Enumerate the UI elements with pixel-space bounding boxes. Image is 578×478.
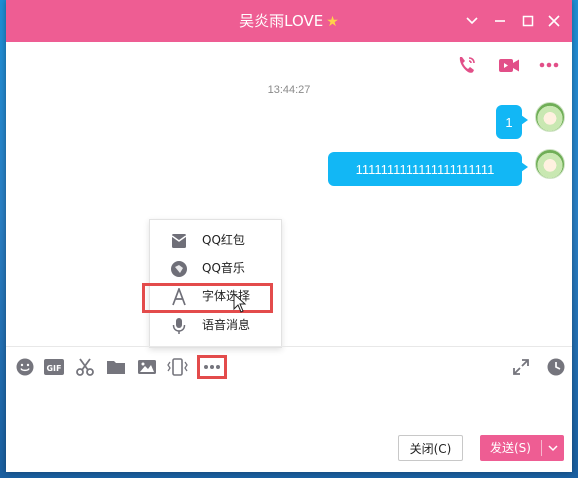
- video-call-icon[interactable]: [496, 52, 522, 78]
- microphone-icon: [170, 317, 188, 335]
- message-text: 1: [505, 114, 513, 130]
- message-bubble[interactable]: 1: [496, 105, 528, 139]
- message-text: 1111111111111111111111: [355, 161, 495, 177]
- menu-item-music[interactable]: QQ音乐: [150, 255, 281, 282]
- input-divider: [6, 346, 572, 347]
- folder-icon[interactable]: [105, 356, 127, 378]
- maximize-icon[interactable]: [518, 11, 538, 31]
- font-item-highlight-box: [142, 283, 273, 313]
- menu-item-red-envelope[interactable]: QQ红包: [150, 227, 281, 254]
- emoji-icon[interactable]: [14, 356, 36, 378]
- minimize-icon[interactable]: [490, 11, 510, 31]
- shake-icon[interactable]: [166, 356, 188, 378]
- svg-text:GIF: GIF: [46, 364, 61, 373]
- avatar[interactable]: [535, 102, 565, 132]
- menu-item-label: QQ音乐: [202, 261, 245, 275]
- window-title: 吴炎雨LOVE: [239, 12, 324, 30]
- history-clock-icon[interactable]: [545, 356, 567, 378]
- more-options-icon[interactable]: [197, 355, 227, 379]
- menu-item-label: QQ红包: [202, 233, 245, 247]
- image-icon[interactable]: [136, 356, 158, 378]
- message-timestamp: 13:44:27: [267, 84, 311, 96]
- mouse-cursor-icon: [233, 292, 247, 313]
- chat-window: 吴炎雨LOVE ★ 13:44:27 1 1111111111111111111…: [6, 0, 572, 472]
- chevron-down-icon: [548, 445, 558, 452]
- menu-item-voice[interactable]: 语音消息: [150, 312, 281, 339]
- send-button[interactable]: 发送(S): [480, 435, 564, 461]
- close-icon[interactable]: [544, 11, 564, 31]
- avatar[interactable]: [535, 149, 565, 179]
- gif-icon[interactable]: GIF: [43, 356, 65, 378]
- close-button[interactable]: 关闭(C): [398, 435, 463, 461]
- send-button-label: 发送(S): [490, 441, 531, 455]
- chevron-down-icon[interactable]: [462, 11, 482, 31]
- message-bubble[interactable]: 1111111111111111111111: [328, 152, 528, 186]
- send-options-dropdown[interactable]: [542, 435, 564, 461]
- red-envelope-icon: [170, 232, 188, 250]
- music-icon: [170, 260, 188, 278]
- phone-call-icon[interactable]: [454, 52, 480, 78]
- more-icon[interactable]: [536, 52, 562, 78]
- title-bar[interactable]: 吴炎雨LOVE ★: [6, 0, 572, 42]
- expand-icon[interactable]: [510, 356, 532, 378]
- menu-item-label: 语音消息: [202, 318, 251, 332]
- window-title-wrap: 吴炎雨LOVE ★: [6, 0, 572, 42]
- scissors-icon[interactable]: [74, 356, 96, 378]
- star-icon: ★: [326, 14, 339, 30]
